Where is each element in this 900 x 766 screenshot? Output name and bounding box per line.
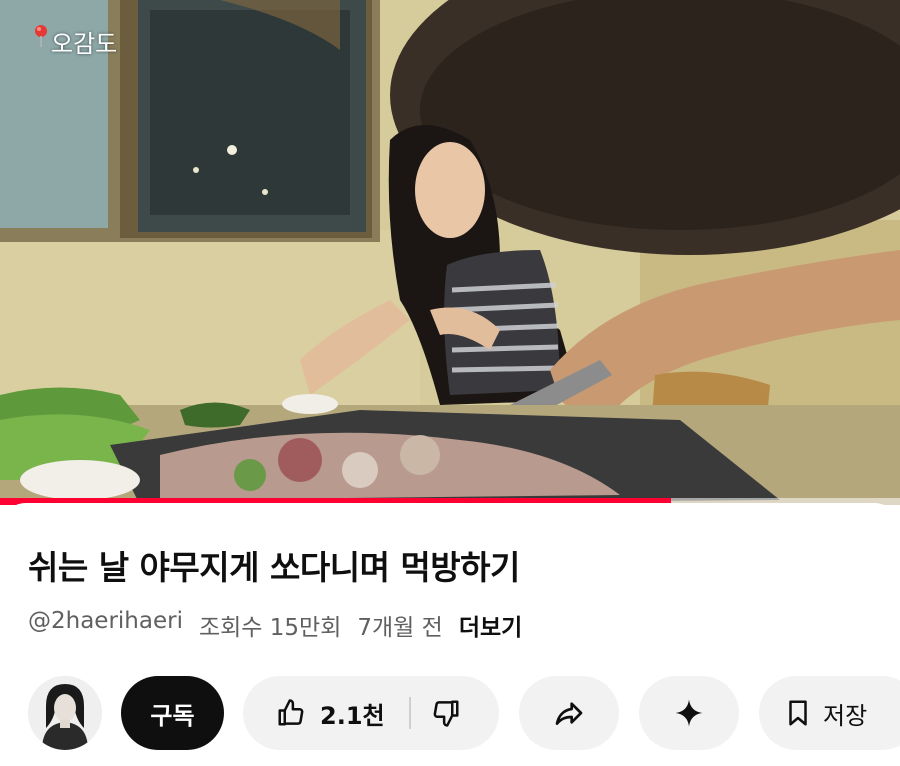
video-player[interactable]: 오감도 (0, 0, 900, 505)
upload-age: 7개월 전 (357, 615, 443, 641)
video-watch-page: 오감도 쉬는 날 야무지게 쏘다니며 먹방하기 @2haerihaeri 조회수… (0, 0, 900, 766)
subscribe-button[interactable]: 구독 (121, 676, 224, 750)
share-arrow-icon (553, 697, 585, 729)
channel-handle[interactable]: @2haerihaeri (28, 608, 183, 642)
sparkle-icon (673, 697, 705, 729)
view-count: 조회수 15만회 (198, 615, 342, 641)
location-label: 오감도 (51, 30, 118, 58)
more-link[interactable]: 더보기 (459, 608, 522, 642)
save-button[interactable]: 저장 (759, 676, 900, 750)
video-title[interactable]: 쉬는 날 야무지게 쏘다니며 먹방하기 (28, 541, 520, 589)
thumbs-up-icon (276, 698, 306, 728)
ask-ai-button[interactable] (639, 676, 739, 750)
bookmark-icon (783, 698, 813, 728)
map-pin-icon (34, 25, 48, 54)
location-tag: 오감도 (34, 24, 117, 59)
like-count: 2.1천 (320, 701, 385, 730)
video-frame-illustration (0, 0, 900, 505)
save-label: 저장 (823, 701, 868, 730)
like-dislike-group: 2.1천 (243, 676, 499, 750)
dislike-button[interactable] (411, 676, 481, 750)
video-info-panel: 쉬는 날 야무지게 쏘다니며 먹방하기 @2haerihaeri 조회수 15만… (0, 503, 900, 766)
like-button[interactable]: 2.1천 (243, 676, 385, 750)
thumbs-down-icon (431, 698, 461, 728)
action-bar: 구독 2.1천 저장 (0, 673, 900, 753)
channel-avatar[interactable] (28, 676, 102, 750)
video-meta-row[interactable]: @2haerihaeri 조회수 15만회 7개월 전 더보기 (28, 608, 522, 642)
share-button[interactable] (519, 676, 619, 750)
